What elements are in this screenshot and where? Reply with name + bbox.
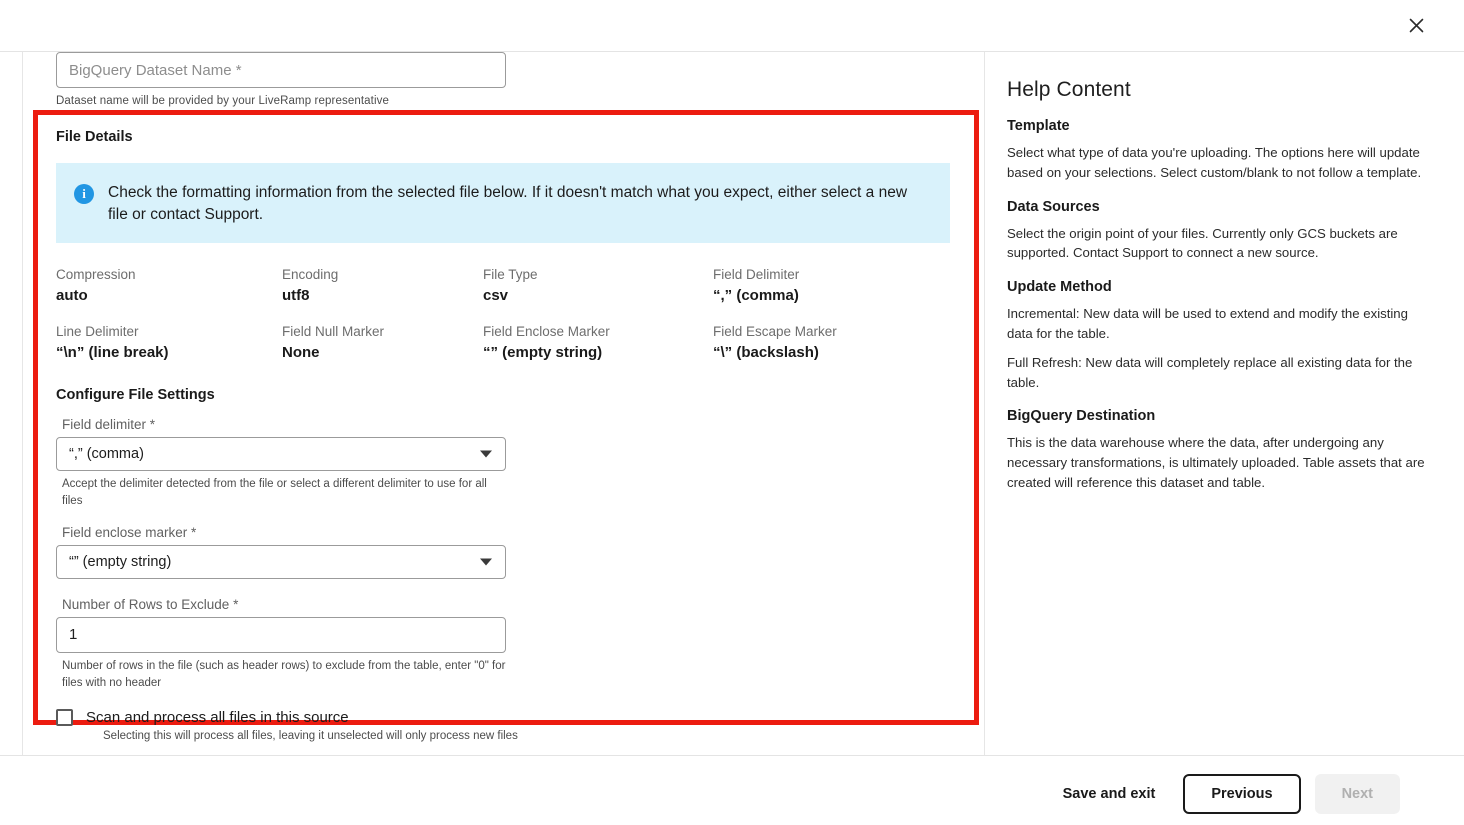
field-delimiter-label: Field delimiter * <box>62 417 156 432</box>
field-delimiter-field: Field delimiter * “,” (comma) Accept the… <box>56 417 526 511</box>
help-heading-template: Template <box>1007 118 1070 134</box>
property-label: File Type <box>483 267 538 282</box>
property-value: “\” (backslash) <box>713 344 819 361</box>
modal-header <box>0 0 1464 52</box>
help-paragraph-update-method-incremental: Incremental: New data will be used to ex… <box>1007 306 1408 341</box>
field-delimiter-select[interactable]: “,” (comma) <box>56 437 506 471</box>
chevron-down-icon <box>480 450 492 458</box>
file-format-info-text: Check the formatting information from th… <box>108 184 908 224</box>
property-value: utf8 <box>282 287 310 304</box>
rows-to-exclude-input[interactable] <box>56 616 506 653</box>
field-enclose-marker-field: Field enclose marker * “” (empty string) <box>56 525 526 579</box>
property-label: Field Null Marker <box>282 324 385 339</box>
property-label: Field Escape Marker <box>713 324 837 339</box>
field-delimiter-value: “,” (comma) <box>69 446 144 462</box>
help-paragraph-bigquery-destination: This is the data warehouse where the dat… <box>1007 435 1425 490</box>
footer-actions: Save and exit Previous Next <box>1049 774 1400 814</box>
property-label: Field Delimiter <box>713 267 800 282</box>
next-button: Next <box>1314 774 1400 814</box>
file-property: Field Enclose Marker “” (empty string) <box>483 324 713 361</box>
configure-file-settings-title: Configure File Settings <box>56 387 215 403</box>
file-details-title: File Details <box>56 129 133 145</box>
file-property: File Type csv <box>483 267 713 304</box>
wizard-modal: Dataset name will be provided by your Li… <box>0 0 1464 825</box>
help-heading-bigquery-destination: BigQuery Destination <box>1007 408 1156 425</box>
help-panel: Help Content Template Select what type o… <box>985 52 1464 755</box>
property-label: Encoding <box>282 267 339 282</box>
help-paragraph-update-method-full-refresh: Full Refresh: New data will completely r… <box>1007 354 1413 390</box>
scan-all-files-label: Scan and process all files in this sourc… <box>86 709 349 726</box>
modal-footer: Save and exit Previous Next <box>0 755 1464 825</box>
field-enclose-marker-label: Field enclose marker * <box>62 524 197 540</box>
scan-all-files-checkbox[interactable] <box>56 709 73 726</box>
modal-body: Dataset name will be provided by your Li… <box>0 52 1464 755</box>
property-label: Compression <box>56 267 136 282</box>
file-property: Encoding utf8 <box>282 267 483 304</box>
property-value: “” (empty string) <box>483 344 603 361</box>
bigquery-dataset-name-input[interactable] <box>56 52 506 88</box>
previous-button[interactable]: Previous <box>1183 774 1301 814</box>
file-property: Field Delimiter “,” (comma) <box>713 267 933 304</box>
property-label: Line Delimiter <box>56 324 139 339</box>
field-delimiter-helper: Accept the delimiter detected from the f… <box>62 478 487 508</box>
property-label: Field Enclose Marker <box>483 324 610 339</box>
form-column: Dataset name will be provided by your Li… <box>23 52 984 755</box>
help-heading-data-sources: Data Sources <box>1007 198 1100 215</box>
help-paragraph-data-sources: Select the origin point of your files. C… <box>1007 225 1398 261</box>
bigquery-dataset-helper: Dataset name will be provided by your Li… <box>56 95 390 107</box>
file-property: Line Delimiter “\n” (line break) <box>56 324 282 361</box>
property-value: csv <box>483 287 509 304</box>
file-property: Field Escape Marker “\” (backslash) <box>713 324 933 361</box>
help-heading-update-method: Update Method <box>1007 279 1112 296</box>
file-properties-grid: Compression auto Encoding utf8 File Type… <box>56 267 956 361</box>
rows-to-exclude-label: Number of Rows to Exclude * <box>62 596 239 612</box>
save-and-exit-button[interactable]: Save and exit <box>1049 777 1170 811</box>
scan-all-files-row: Scan and process all files in this sourc… <box>56 709 956 726</box>
property-value: “\n” (line break) <box>56 344 169 361</box>
file-property: Compression auto <box>56 267 282 304</box>
chevron-down-icon <box>480 558 492 565</box>
rows-to-exclude-helper: Number of rows in the file (such as head… <box>62 659 506 689</box>
property-value: None <box>282 344 320 361</box>
field-enclose-marker-select[interactable]: “” (empty string) <box>56 544 506 579</box>
file-details-highlight-box: File Details i Check the formatting info… <box>33 110 979 742</box>
field-enclose-marker-value: “” (empty string) <box>69 553 172 570</box>
property-value: “,” (comma) <box>713 287 799 304</box>
info-icon: i <box>74 184 94 204</box>
help-paragraph-template: Select what type of data you're uploadin… <box>1007 145 1422 180</box>
help-panel-title: Help Content <box>1007 78 1131 101</box>
scan-all-files-helper: Selecting this will process all files, l… <box>103 730 518 742</box>
file-format-info-banner: i Check the formatting information from … <box>56 163 950 243</box>
file-property: Field Null Marker None <box>282 324 483 361</box>
rows-to-exclude-field: Number of Rows to Exclude * Number of ro… <box>56 597 526 693</box>
property-value: auto <box>56 287 88 304</box>
close-icon[interactable] <box>1401 10 1431 40</box>
bigquery-dataset-block: Dataset name will be provided by your Li… <box>56 52 538 110</box>
